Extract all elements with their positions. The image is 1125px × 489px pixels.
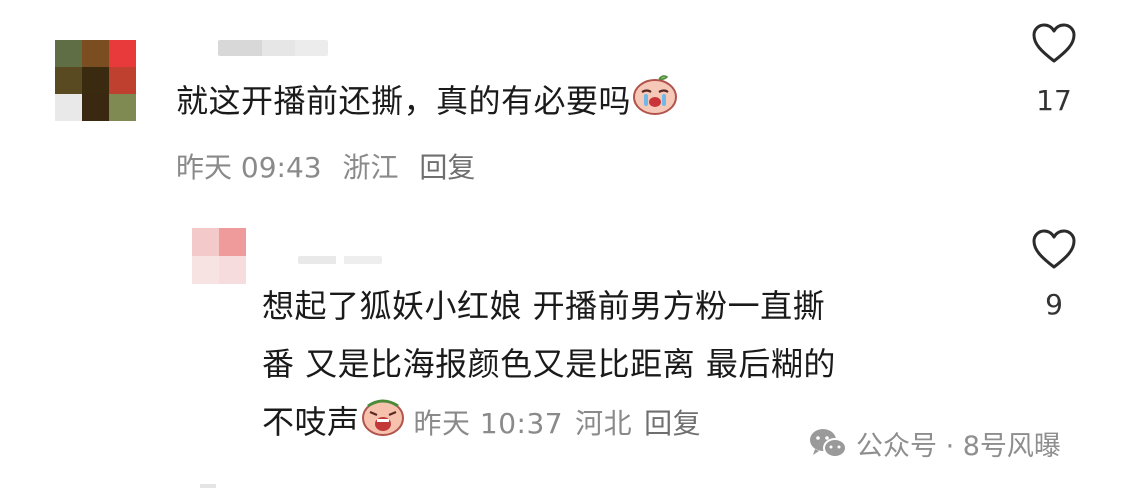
wechat-icon — [810, 428, 847, 458]
avatar-tile — [192, 228, 219, 256]
comment-text-line: 番 又是比海报颜色又是比距离 最后糊的 — [262, 345, 836, 383]
comment-text-line: 想起了狐妖小红娘 开播前男方粉一直撕 — [262, 287, 826, 325]
avatar-tile — [82, 40, 109, 67]
avatar-tile — [82, 94, 109, 121]
heart-icon[interactable] — [1031, 22, 1077, 64]
comment-location: 河北 — [575, 407, 633, 440]
avatar-tile — [219, 228, 246, 256]
like-count: 9 — [1045, 288, 1063, 321]
comment-meta: 昨天 10:37 河北 回复 — [414, 407, 714, 440]
avatar[interactable] — [192, 228, 246, 284]
avatar-tile — [192, 256, 219, 284]
avatar-tile — [55, 40, 82, 67]
crying-face-emoji — [631, 72, 679, 134]
avatar[interactable] — [55, 40, 136, 121]
username-blurred[interactable] — [218, 40, 328, 56]
comment-text: 想起了狐妖小红娘 开播前男方粉一直撕 番 又是比海报颜色又是比距离 最后糊的 不… — [262, 277, 836, 455]
comment-text-line-with-meta: 不吱声 昨天 10:37 河北 回复 — [262, 393, 836, 455]
comment-location: 浙江 — [342, 151, 399, 184]
watermark: 公众号 · 8号风曝 — [808, 424, 1061, 463]
comment-time: 昨天 10:37 — [413, 407, 564, 440]
avatar-tile — [219, 256, 246, 284]
comment-text-line: 不吱声 — [262, 403, 360, 441]
reply-button[interactable]: 回复 — [644, 407, 701, 440]
comment-text: 就这开播前还撕，真的有必要吗 — [176, 72, 679, 134]
divider — [200, 484, 216, 488]
comment-meta: 昨天 09:43 浙江 回复 — [176, 146, 487, 186]
watermark-text: 公众号 · 8号风曝 — [856, 431, 1061, 462]
avatar-tile — [82, 67, 109, 94]
avatar-tile — [55, 67, 82, 94]
like-count: 17 — [1036, 84, 1072, 117]
avatar-tile — [109, 40, 136, 67]
avatar-tile — [55, 94, 82, 121]
comment-time: 昨天 09:43 — [176, 151, 322, 184]
reply-button[interactable]: 回复 — [419, 151, 475, 184]
heart-icon[interactable] — [1031, 228, 1077, 270]
screaming-face-emoji — [360, 393, 406, 455]
avatar-tile — [109, 94, 136, 121]
avatar-tile — [109, 67, 136, 94]
username-blurred[interactable] — [298, 256, 382, 264]
comment-text-content: 就这开播前还撕，真的有必要吗 — [176, 82, 632, 120]
